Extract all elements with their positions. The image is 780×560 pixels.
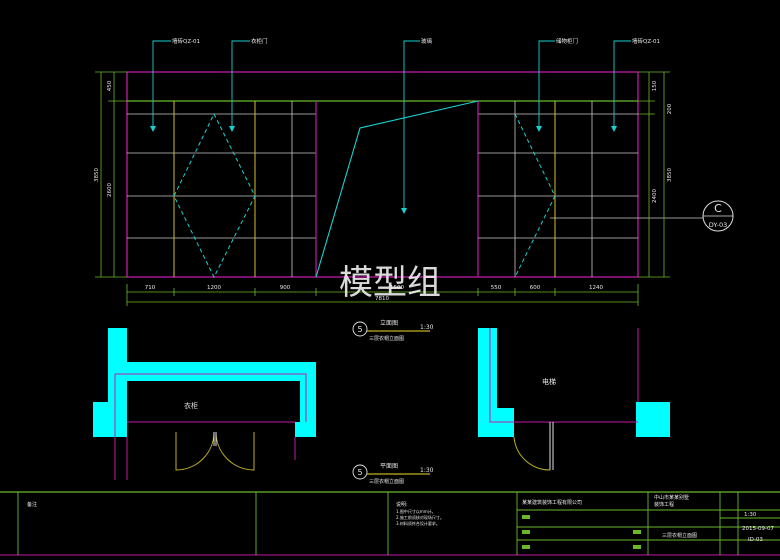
left-cabinet (127, 101, 316, 277)
stamp-mark-5 (633, 545, 641, 549)
title-block: 备注 说明: 1.图中尺寸以mm计。 2.施工前须核对现场尺寸。 3.材料须符合… (0, 491, 780, 556)
title-date: 2015-09-07 (742, 526, 774, 532)
title-note-1: 1.图中尺寸以mm计。 (396, 508, 436, 514)
title-company: 某某建筑装饰工程有限公司 (522, 499, 582, 506)
right-dim-2: 150 (652, 80, 658, 91)
plan-left-inner-line (115, 373, 307, 422)
right-dim-3: 2400 (652, 189, 658, 203)
elevation-frame (126, 71, 639, 278)
glass-panel (315, 100, 479, 278)
bottom-dim-1: 710 (145, 285, 156, 291)
title-notes-label: 说明: (396, 501, 408, 508)
plan-room-right: 电梯 (542, 377, 556, 386)
stamp-mark-3 (522, 545, 530, 549)
callouts (152, 40, 631, 212)
plan-right-walls (478, 328, 514, 437)
callout-arrows (150, 126, 617, 214)
bottom-dim-5: 550 (491, 285, 502, 291)
elevation-view: C DY-03 (126, 71, 734, 279)
section-code: DY-03 (709, 221, 727, 229)
elevation-title: 5 立面图 1:30 三层衣帽立面图 (352, 319, 434, 342)
title-project-2: 装饰工程 (654, 501, 674, 508)
left-dim-upper: 450 (107, 80, 113, 91)
plan-title-scale: 1:30 (420, 467, 434, 474)
cad-drawing: C DY-03 墙砖QZ-01 衣柜门 玻璃 储物柜门 墙砖QZ-01 3850… (0, 37, 780, 556)
left-dim-lower: 2600 (107, 183, 113, 197)
bottom-dim-3: 900 (280, 285, 291, 291)
plan-right-door-swing (513, 436, 551, 471)
right-dimensions (638, 71, 670, 278)
watermark-text: 模型组 (339, 263, 441, 303)
plan-view: 衣柜 电梯 5 平面图 1:30 三层衣帽立面图 (93, 328, 670, 485)
title-remark-label: 备注 (27, 501, 37, 508)
title-scale: 1:30 (744, 512, 757, 518)
title-project-1: 中山市某某别墅 (654, 494, 689, 501)
plan-door-swing-2 (215, 431, 255, 471)
plan-title-name: 平面图 (380, 463, 398, 470)
elevation-title-name: 立面图 (380, 319, 398, 327)
left-diamond-door (173, 112, 256, 279)
right-dim-1: 200 (667, 103, 673, 114)
left-dim-total: 3850 (94, 168, 100, 182)
bottom-dim-2: 1200 (207, 285, 221, 291)
title-drawing-title: 三层衣帽立面图 (662, 532, 697, 539)
plan-title-sub: 三层衣帽立面图 (369, 478, 404, 485)
callout-label-3: 玻璃 (421, 37, 433, 45)
plan-left-walls (93, 328, 316, 437)
plan-title-number: 5 (357, 468, 362, 477)
elevation-title-number: 5 (357, 325, 362, 334)
elevation-title-scale: 1:30 (420, 324, 434, 331)
plan-right-pillar (636, 402, 670, 437)
plan-door-swing-1 (175, 431, 215, 471)
title-sheet: ID-03 (748, 537, 763, 543)
right-dim-4: 3850 (667, 168, 673, 182)
title-note-3: 3.材料须符合设计要求。 (396, 520, 440, 526)
bottom-dim-6: 600 (530, 285, 541, 291)
callout-label-2: 衣柜门 (251, 37, 268, 45)
stamp-mark-1 (522, 515, 530, 519)
elevation-title-sub: 三层衣帽立面图 (369, 335, 404, 342)
left-door-edges (173, 101, 256, 277)
section-letter: C (714, 202, 722, 215)
plan-right-inner-line (489, 328, 638, 423)
bottom-dim-7: 1240 (589, 285, 603, 291)
stamp-mark-2 (522, 530, 530, 534)
right-diamond-door (514, 113, 556, 278)
plan-room-left: 衣柜 (184, 401, 198, 410)
callout-label-1: 墙砖QZ-01 (172, 37, 200, 45)
callout-label-5: 墙砖QZ-01 (632, 37, 660, 45)
stamp-mark-4 (633, 530, 641, 534)
title-note-2: 2.施工前须核对现场尺寸。 (396, 514, 444, 520)
callout-label-4: 储物柜门 (556, 37, 578, 45)
